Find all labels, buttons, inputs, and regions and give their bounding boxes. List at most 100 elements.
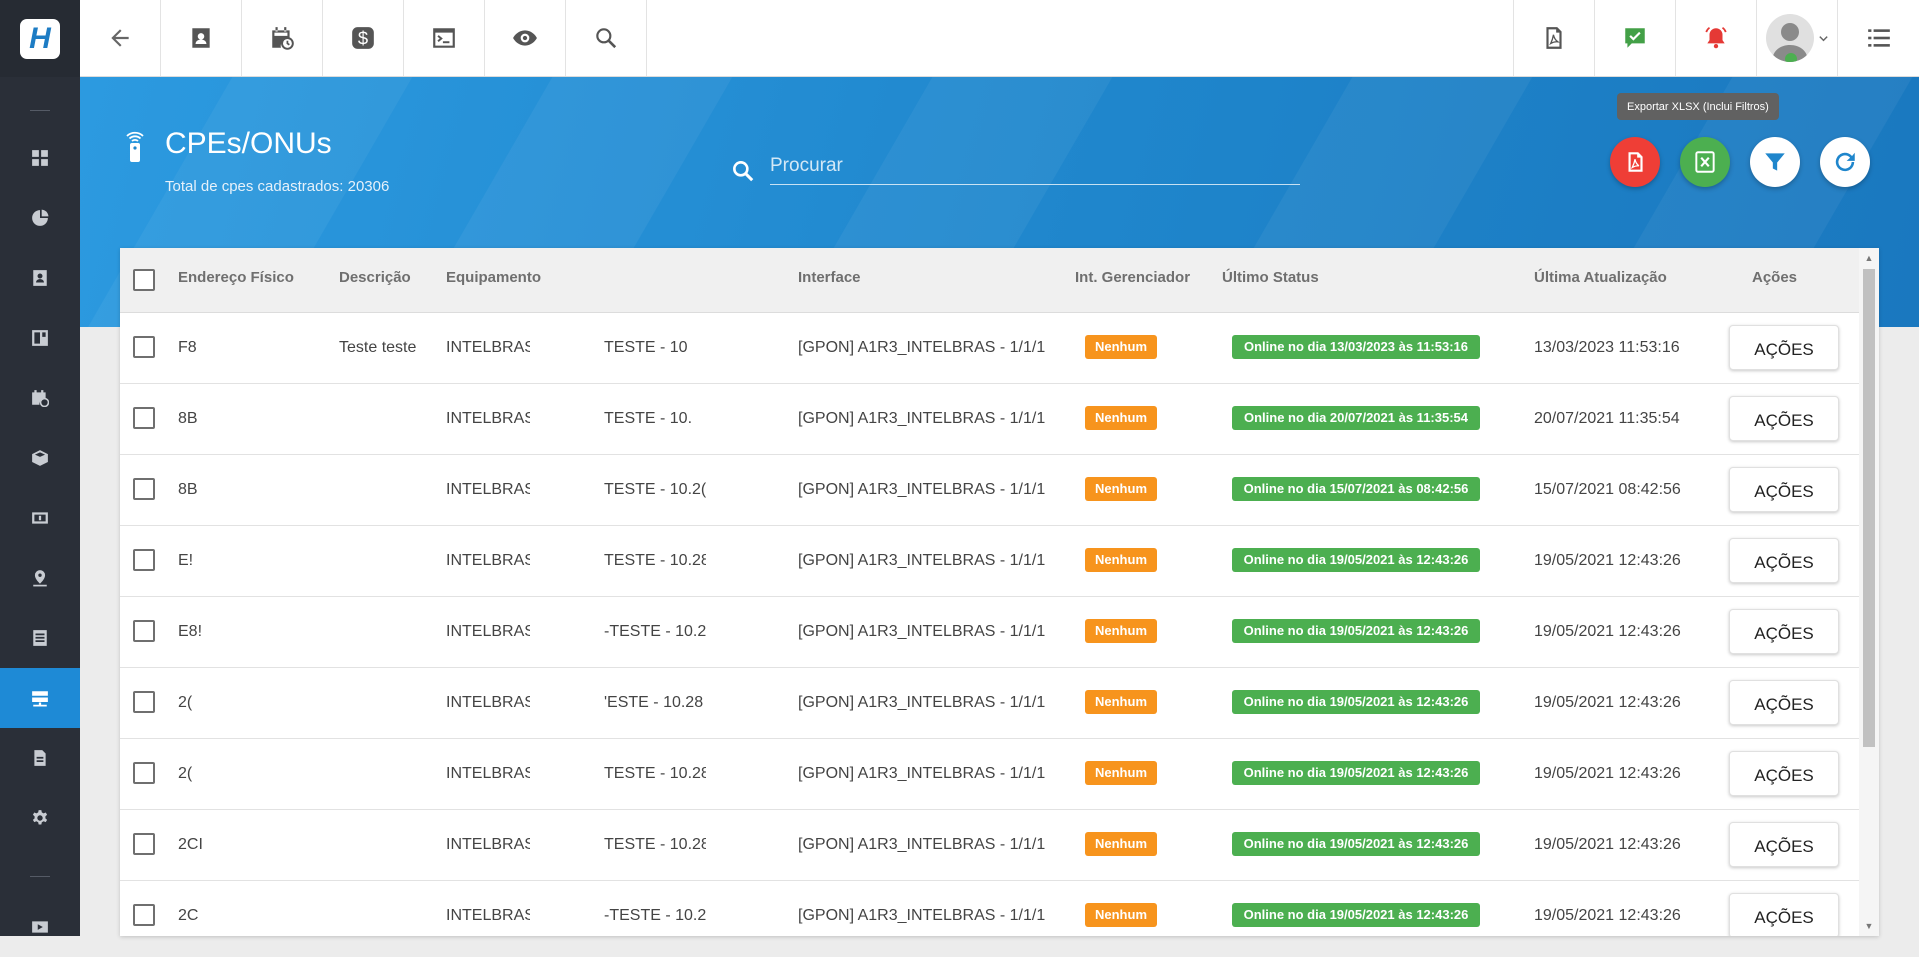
interface-cell: [GPON] A1R3_INTELBRAS - 1/1/1	[798, 552, 1046, 569]
search-input[interactable]	[770, 148, 1300, 185]
table-row[interactable]: 2(INTELBRAS 'ESTE - 10.28 [GPON] A1R3_INTE…	[120, 668, 1859, 739]
tasks-button[interactable]	[1594, 0, 1675, 76]
finance-button[interactable]: $	[323, 0, 404, 76]
equipment-cell: INTELBRAS	[446, 339, 530, 356]
play-video-icon	[32, 921, 48, 933]
interface-cell: [GPON] A1R3_INTELBRAS - 1/1/1	[798, 481, 1046, 498]
scrollbar-thumb[interactable]	[1863, 269, 1875, 747]
chevron-down-icon	[1818, 35, 1828, 41]
equipment-cell: INTELBRAS·	[446, 907, 530, 924]
table-row[interactable]: E! INTELBRAS TESTE - 10.28 [GPON] A1R3_INTE…	[120, 526, 1859, 597]
dollar-icon: $	[352, 27, 374, 49]
interface-cell: [GPON] A1R3_INTELBRAS - 1/1/1	[798, 623, 1046, 640]
search-button[interactable]	[566, 0, 647, 76]
row-checkbox[interactable]	[133, 762, 155, 784]
refresh-button[interactable]	[1820, 137, 1870, 187]
sidebar-item-documents[interactable]	[0, 608, 80, 668]
sidebar-item-dashboard[interactable]	[0, 128, 80, 188]
row-checkbox[interactable]	[133, 407, 155, 429]
terminal-icon	[433, 28, 455, 48]
row-checkbox[interactable]	[133, 904, 155, 926]
row-actions-button[interactable]: AÇÕES	[1729, 680, 1839, 725]
column-header-interface[interactable]: Interface	[798, 248, 861, 313]
sidebar-item-videos[interactable]	[0, 897, 80, 957]
equipment-name-cell: 'ESTE - 10.28	[604, 694, 704, 711]
column-header-last-status[interactable]: Último Status	[1222, 248, 1319, 313]
row-checkbox[interactable]	[133, 478, 155, 500]
scroll-up-arrow-icon[interactable]: ▲	[1863, 252, 1875, 264]
sidebar-item-settings[interactable]	[0, 788, 80, 848]
sidebar-item-files[interactable]	[0, 728, 80, 788]
avatar	[1765, 14, 1814, 62]
row-checkbox[interactable]	[133, 549, 155, 571]
vertical-scrollbar[interactable]: ▲ ▼	[1859, 248, 1879, 936]
list-document-icon	[33, 630, 47, 646]
row-actions-button[interactable]: AÇÕES	[1729, 822, 1839, 867]
refresh-icon	[1835, 152, 1855, 172]
app-logo[interactable]: H	[0, 0, 80, 77]
view-button[interactable]	[485, 0, 566, 76]
row-actions-button[interactable]: AÇÕES	[1729, 396, 1839, 441]
logo-mark: H	[20, 18, 60, 59]
user-menu[interactable]	[1756, 0, 1837, 76]
description-cell	[339, 810, 429, 880]
row-checkbox[interactable]	[133, 691, 155, 713]
list-menu-icon	[1867, 29, 1890, 47]
sidebar-item-clients[interactable]	[0, 248, 80, 308]
pdf-report-button[interactable]	[1513, 0, 1594, 76]
select-all-checkbox[interactable]	[133, 269, 155, 291]
table-row[interactable]: 8B INTELBRAS TESTE - 10.2([GPON] A1R3_INTE…	[120, 455, 1859, 526]
column-header-description[interactable]: Descrição	[339, 248, 411, 313]
online-status-dot	[1784, 53, 1797, 62]
export-pdf-button[interactable]	[1610, 137, 1660, 187]
sidebar-divider	[30, 110, 50, 111]
mac-address-cell: 8B	[178, 410, 198, 427]
sidebar-item-inventory[interactable]	[0, 428, 80, 488]
sidebar-item-map[interactable]	[0, 548, 80, 608]
alarms-button[interactable]	[1675, 0, 1756, 76]
export-xlsx-button[interactable]	[1680, 137, 1730, 187]
column-header-manager[interactable]: Int. Gerenciador	[1075, 248, 1190, 313]
row-checkbox[interactable]	[133, 620, 155, 642]
back-button[interactable]	[80, 0, 161, 76]
column-header-mac[interactable]: Endereço Físico	[178, 248, 294, 313]
row-actions-button[interactable]: AÇÕES	[1729, 893, 1839, 936]
sidebar-item-network[interactable]	[0, 668, 80, 728]
scroll-down-arrow-icon[interactable]: ▼	[1863, 920, 1875, 932]
dashboard-grid-icon	[32, 150, 48, 166]
table-row[interactable]: 2C INTELBRAS· -TESTE - 10.28 [GPON] A1R3_IN…	[120, 881, 1859, 936]
row-checkbox[interactable]	[133, 833, 155, 855]
equipment-cell: INTELBRAS	[446, 552, 530, 569]
row-actions-button[interactable]: AÇÕES	[1729, 538, 1839, 583]
network-device-icon	[32, 691, 48, 707]
sidebar-item-board[interactable]	[0, 308, 80, 368]
main-menu-button[interactable]	[1837, 0, 1919, 76]
sidebar-item-reports[interactable]	[0, 188, 80, 248]
row-actions-button[interactable]: AÇÕES	[1729, 325, 1839, 370]
description-cell	[339, 526, 429, 596]
description-cell	[339, 881, 429, 936]
table-row[interactable]: F8 Teste teste INTELBRAS TESTE - 10 [GPON] A…	[120, 313, 1859, 384]
mac-address-cell: 2(	[178, 694, 193, 711]
description-cell: Teste teste	[339, 339, 417, 356]
contact-card-icon	[33, 270, 47, 286]
clients-button[interactable]	[161, 0, 242, 76]
table-row[interactable]: 2CI INTELBRAS· TESTE - 10.28 [GPON] A1R3_IN…	[120, 810, 1859, 881]
table-row[interactable]: 8B INTELBRAS· TESTE - 10. [GPON] A1R3_INTEL…	[120, 384, 1859, 455]
filter-button[interactable]	[1750, 137, 1800, 187]
terminal-button[interactable]	[404, 0, 485, 76]
table-row[interactable]: 2(INTELBRAS TESTE - 10.28. [GPON] A1R3_INT…	[120, 739, 1859, 810]
description-cell	[339, 597, 429, 667]
equipment-cell: INTELBRAS·	[446, 410, 530, 427]
row-checkbox[interactable]	[133, 336, 155, 358]
sidebar-item-schedule[interactable]	[0, 368, 80, 428]
row-actions-button[interactable]: AÇÕES	[1729, 467, 1839, 512]
column-header-equipment[interactable]: Equipamento	[446, 248, 541, 313]
column-header-last-update[interactable]: Última Atualização	[1534, 248, 1667, 313]
row-actions-button[interactable]: AÇÕES	[1729, 751, 1839, 796]
schedule-button[interactable]	[242, 0, 323, 76]
gear-icon	[32, 810, 48, 825]
sidebar-item-finance[interactable]	[0, 488, 80, 548]
row-actions-button[interactable]: AÇÕES	[1729, 609, 1839, 654]
table-row[interactable]: E8! INTELBRAS -TESTE - 10.28. [GPON] A1R3_I…	[120, 597, 1859, 668]
